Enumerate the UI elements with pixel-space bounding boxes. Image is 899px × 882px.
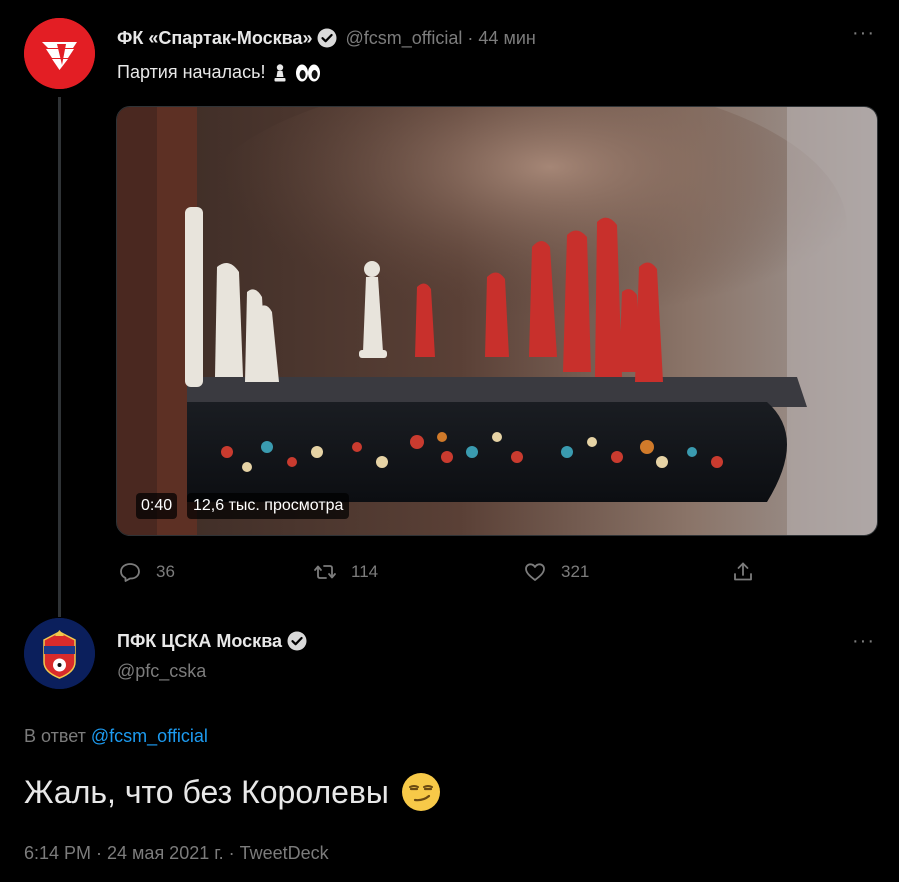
tweet2-header: ПФК ЦСКА Москва [117, 628, 307, 654]
share-button[interactable] [731, 558, 769, 586]
reply-prefix: В ответ [24, 726, 86, 746]
cska-logo-icon [24, 618, 95, 689]
tweet2-meta[interactable]: 6:14 PM · 24 мая 2021 г. · TweetDeck [24, 843, 329, 864]
cska-avatar[interactable] [24, 618, 95, 689]
smirk-emoji-icon [401, 773, 440, 811]
retweet-icon [314, 565, 336, 579]
pawn-emoji-icon [274, 63, 286, 81]
retweet-button[interactable]: 114 [313, 558, 378, 586]
tweet2-text-row: Жаль, что без Королевы [24, 772, 441, 812]
spartak-logo-icon [24, 18, 95, 89]
reply-button[interactable]: 36 [118, 558, 175, 586]
tweet1-text: Партия началась! [117, 62, 266, 82]
tweet2-text: Жаль, что без Королевы [24, 773, 389, 810]
tweet2-display-name[interactable]: ПФК ЦСКА Москва [117, 631, 282, 652]
video-duration: 0:40 [136, 493, 178, 519]
tweet1-header: ФК «Спартак-Москва» @fcsm_official · 44 … [117, 25, 536, 51]
reply-to-link[interactable]: @fcsm_official [91, 726, 208, 746]
tweet1-text-row: Партия началась! [117, 62, 321, 83]
reply-icon [120, 563, 140, 582]
like-count: 321 [561, 562, 590, 581]
tweet2-handle[interactable]: @pfc_cska [117, 661, 206, 682]
tweet1-display-name[interactable]: ФК «Спартак-Москва» [117, 28, 312, 49]
like-icon [525, 563, 545, 581]
eyes-emoji-icon [296, 64, 321, 81]
spartak-avatar[interactable] [24, 18, 95, 89]
share-icon [734, 562, 752, 581]
video-views: 12,6 тыс. просмотра [187, 493, 350, 519]
thread-line [58, 97, 61, 617]
tweet2-more-button[interactable]: ··· [852, 630, 875, 653]
tweet1-more-button[interactable]: ··· [852, 22, 875, 45]
verified-icon [317, 28, 337, 48]
video-thumbnail [117, 107, 877, 535]
video-player[interactable] [116, 106, 878, 536]
retweet-count: 114 [351, 562, 379, 581]
verified-icon [287, 631, 307, 651]
reply-count: 36 [156, 562, 175, 581]
tweet1-handle-time[interactable]: @fcsm_official · 44 мин [345, 28, 535, 49]
like-button[interactable]: 321 [523, 558, 589, 586]
reply-to-line: В ответ @fcsm_official [24, 726, 208, 747]
